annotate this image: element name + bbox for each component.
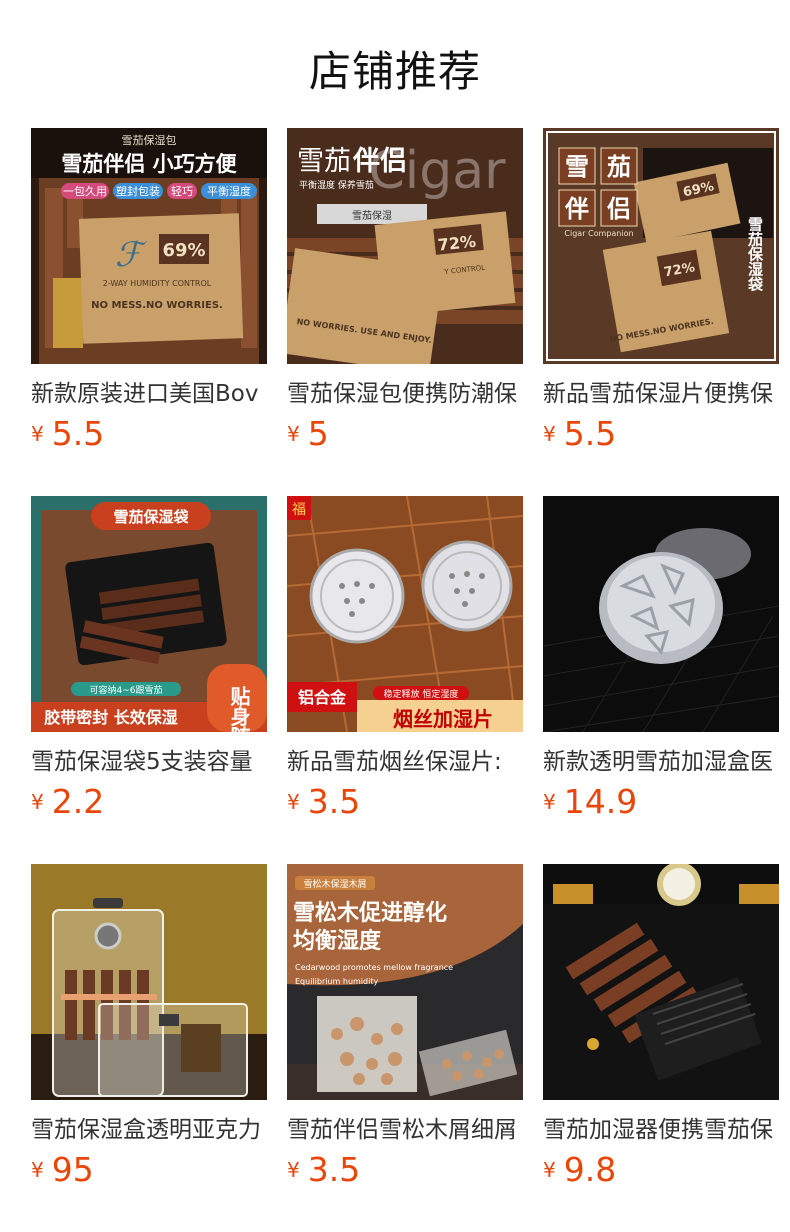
currency-symbol: ¥ xyxy=(543,1158,556,1182)
image-caption: Cigar Companion xyxy=(564,229,633,238)
price-value: 14.9 xyxy=(563,782,638,821)
price-value: 3.5 xyxy=(307,1150,361,1189)
price-value: 5.5 xyxy=(51,414,105,453)
currency-symbol: ¥ xyxy=(31,790,44,814)
price-value: 3.5 xyxy=(307,782,361,821)
product-image[interactable] xyxy=(31,864,267,1100)
price-value: 95 xyxy=(51,1150,94,1189)
product-image[interactable]: 69% 72% NO MESS.NO WORRIES. 雪 茄 伴 侣 Ciga… xyxy=(543,128,779,364)
image-headline: 雪松木促进醇化 xyxy=(293,900,447,926)
price-value: 9.8 xyxy=(563,1150,617,1189)
currency-symbol: ¥ xyxy=(31,422,44,446)
image-headline-b: 伴侣 xyxy=(352,146,407,177)
image-char: 伴 xyxy=(564,195,589,223)
currency-symbol: ¥ xyxy=(543,790,556,814)
product-image[interactable]: 雪松木保湿木屑 雪松木促进醇化 均衡湿度 Cedarwood promotes … xyxy=(287,864,523,1100)
image-material: 铝合金 xyxy=(298,688,347,707)
image-en-2: Equilibrium humidity xyxy=(295,977,378,986)
image-headline-2: 均衡湿度 xyxy=(293,928,382,954)
image-capacity: 可容纳4~6跟雪茄 xyxy=(90,684,163,696)
product-price: ¥95 xyxy=(31,1150,94,1194)
product-image[interactable]: 福 铝合金 稳定释放 恒定湿度 烟丝加湿片 xyxy=(287,496,523,732)
currency-symbol: ¥ xyxy=(287,790,300,814)
image-tag: 塑封包装 xyxy=(116,184,160,198)
product-price: ¥5.5 xyxy=(543,414,616,458)
image-sub: 平衡湿度 保养雪茄 xyxy=(299,179,374,191)
image-char: 茄 xyxy=(607,153,631,181)
section-title: 店铺推荐 xyxy=(308,47,481,96)
product-price: ¥2.2 xyxy=(31,782,104,826)
product-image[interactable]: 雪茄保湿包 雪茄伴侣 小巧方便 一包久用 塑封包装 轻巧 平衡湿度 ℱ 69% … xyxy=(31,128,267,364)
price-value: 5.5 xyxy=(563,414,617,453)
currency-symbol: ¥ xyxy=(287,422,300,446)
product-price: ¥14.9 xyxy=(543,782,637,826)
product-image[interactable]: 雪茄保湿袋 可容纳4~6跟雪茄 胶带密封 长效保湿 贴身随行 xyxy=(31,496,267,732)
product-name[interactable]: 新款透明雪茄加湿盒医 xyxy=(543,746,779,778)
image-char: 雪 xyxy=(565,153,589,181)
image-headline-a: 雪茄 xyxy=(297,146,351,177)
product-image[interactable] xyxy=(543,496,779,732)
product-price: ¥3.5 xyxy=(287,782,360,826)
price-value: 5 xyxy=(307,414,329,453)
product-image[interactable]: 雪茄保湿 Cigar 雪茄 伴侣 平衡湿度 保养雪茄 72% 2-WAY HUM… xyxy=(287,128,523,364)
image-en-1: Cedarwood promotes mellow fragrance xyxy=(295,963,453,972)
product-name[interactable]: 新品雪茄保湿片便携保 xyxy=(543,378,779,410)
product-name[interactable]: 雪茄伴侣雪松木屑细屑 xyxy=(287,1114,523,1146)
product-name[interactable]: 雪茄保湿袋5支装容量 xyxy=(31,746,267,778)
image-tag: 一包久用 xyxy=(63,185,107,198)
image-tag: 平衡湿度 xyxy=(207,184,251,198)
image-headline: 雪茄伴侣 小巧方便 xyxy=(61,152,237,176)
price-value: 2.2 xyxy=(51,782,105,821)
product-price: ¥3.5 xyxy=(287,1150,360,1194)
product-name[interactable]: 雪茄加湿器便携雪茄保 xyxy=(543,1114,779,1146)
product-image[interactable] xyxy=(543,864,779,1100)
image-side-text: 雪茄保湿袋 xyxy=(746,217,764,293)
product-price: ¥9.8 xyxy=(543,1150,616,1194)
currency-symbol: ¥ xyxy=(31,1158,44,1182)
currency-symbol: ¥ xyxy=(543,422,556,446)
image-corner: 福 xyxy=(292,502,306,518)
product-name[interactable]: 新款原装进口美国Bov xyxy=(31,378,267,410)
product-name[interactable]: 雪茄保湿盒透明亚克力 xyxy=(31,1114,267,1146)
image-line1: 2-WAY HUMIDITY CONTROL xyxy=(103,279,212,288)
image-footer: 胶带密封 长效保湿 xyxy=(44,708,178,727)
image-percent: 69% xyxy=(162,240,205,261)
image-header-text: 雪茄保湿包 xyxy=(122,133,177,147)
image-badge: 贴身随行 xyxy=(227,686,251,732)
product-price: ¥5.5 xyxy=(31,414,104,458)
product-name[interactable]: 雪茄保湿包便携防潮保 xyxy=(287,378,523,410)
image-tag: 雪松木保湿木屑 xyxy=(303,878,366,890)
image-tag: 轻巧 xyxy=(171,184,193,198)
product-name[interactable]: 新品雪茄烟丝保湿片: xyxy=(287,746,523,778)
image-percent: 72% xyxy=(437,232,477,255)
image-tagline: 稳定释放 恒定湿度 xyxy=(384,688,459,700)
image-footer: 烟丝加湿片 xyxy=(393,707,493,731)
image-char: 侣 xyxy=(607,195,631,223)
image-label: 雪茄保湿 xyxy=(352,209,392,222)
currency-symbol: ¥ xyxy=(287,1158,300,1182)
product-price: ¥5 xyxy=(287,414,329,458)
image-line2: NO MESS.NO WORRIES. xyxy=(91,300,223,311)
image-banner: 雪茄保湿袋 xyxy=(113,508,189,526)
